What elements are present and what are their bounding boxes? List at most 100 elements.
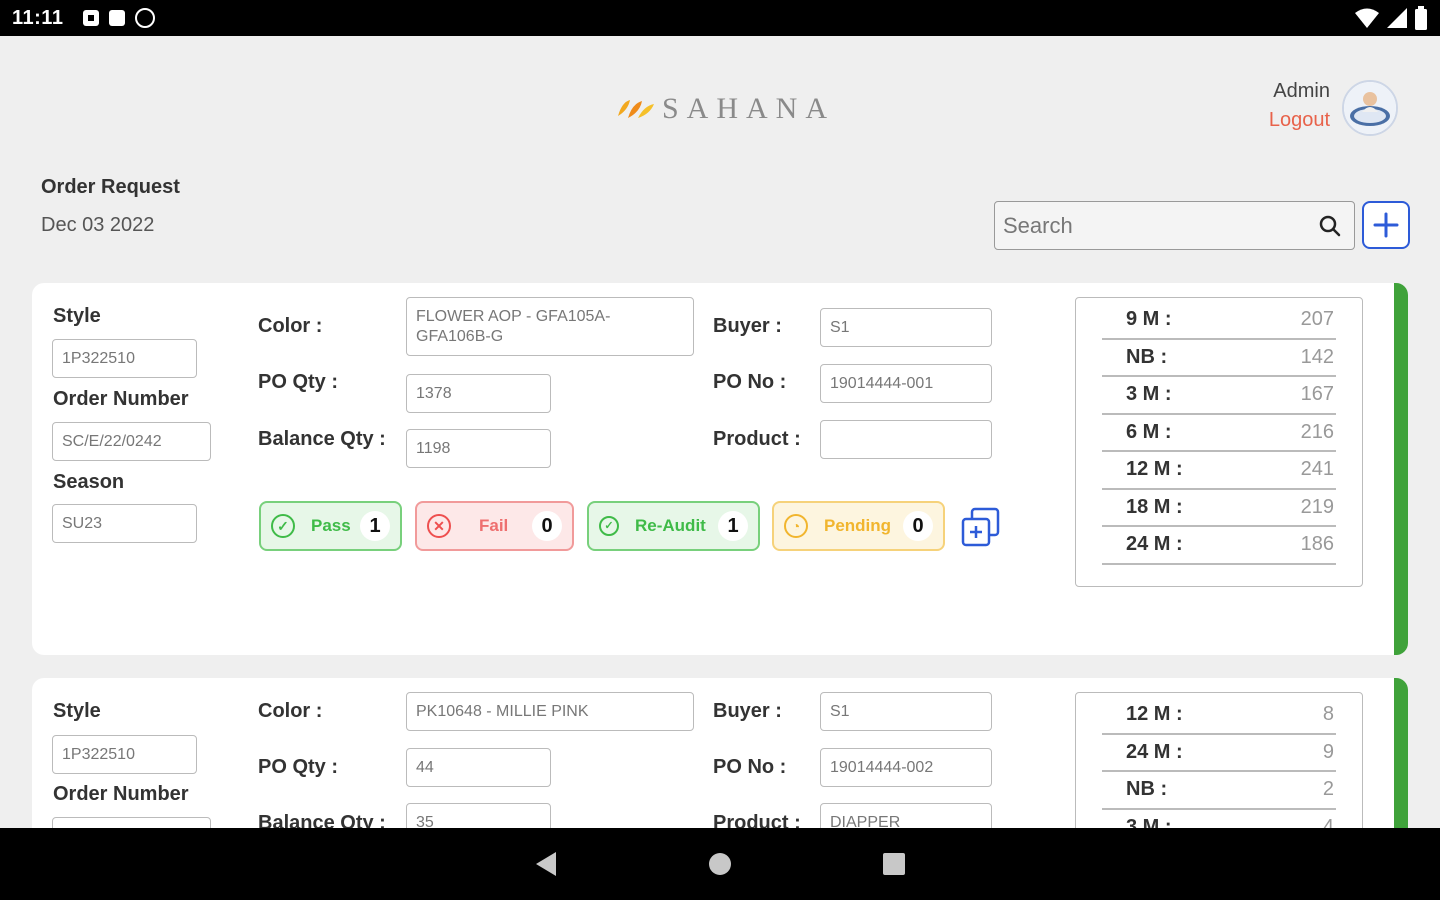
x-circle-icon: ✕ (427, 514, 451, 538)
size-label: 12 M : (1126, 458, 1183, 481)
page-title: Order Request (41, 176, 180, 198)
system-nav-bar (0, 828, 1440, 900)
order-card[interactable]: Style 1P322510 Order Number SC/E/22/0242… (32, 283, 1408, 655)
status-accent-bar (1394, 678, 1408, 828)
size-row: 3 M : 4 (1102, 810, 1336, 828)
order-number-field (52, 817, 211, 828)
logout-link[interactable]: Logout (1269, 109, 1330, 132)
order-number-label: Order Number (53, 388, 189, 410)
order-number-label: Order Number (53, 783, 189, 805)
page-date: Dec 03 2022 (41, 214, 155, 236)
search-input[interactable] (1003, 212, 1318, 239)
size-label: 3 M : (1126, 383, 1172, 406)
size-label: 24 M : (1126, 533, 1183, 556)
size-qty: 167 (1300, 383, 1334, 406)
po-no-field: 19014444-002 (820, 748, 992, 787)
size-label: 18 M : (1126, 495, 1183, 518)
buyer-field: S1 (820, 692, 992, 731)
size-qty: 241 (1300, 458, 1334, 481)
add-order-button[interactable] (1362, 201, 1410, 249)
size-row: 24 M : 186 (1102, 527, 1336, 565)
color-field: PK10648 - MILLIE PINK (406, 692, 694, 731)
logo-text: SAHANA (662, 92, 836, 125)
size-label: 24 M : (1126, 740, 1183, 763)
pending-count: 0 (903, 511, 933, 541)
order-number-field: SC/E/22/0242 (52, 422, 211, 461)
product-field: DIAPPER (820, 803, 992, 828)
pass-count: 1 (360, 511, 390, 541)
buyer-label: Buyer : (713, 700, 782, 722)
size-qty: 8 (1322, 703, 1334, 726)
order-card[interactable]: Style 1P322510 Order Number Color : PK10… (32, 678, 1408, 828)
status-accent-bar (1394, 283, 1408, 655)
image-icon (83, 10, 100, 26)
size-row: 3 M : 167 (1102, 377, 1336, 415)
size-qty: 142 (1300, 345, 1334, 368)
battery-icon (1415, 6, 1427, 30)
pending-status-button[interactable]: ◔ Pending 0 (772, 501, 945, 551)
size-row: NB : 142 (1102, 340, 1336, 377)
buyer-field: S1 (820, 308, 992, 347)
size-label: 3 M : (1126, 815, 1172, 828)
size-breakdown: 9 M : 207 NB : 142 3 M : 167 6 M : 216 12 M … (1075, 297, 1363, 587)
signal-icon (1387, 8, 1407, 28)
user-block: Admin Logout (1269, 80, 1330, 132)
copy-add-icon[interactable] (960, 507, 1004, 547)
fail-status-button[interactable]: ✕ Fail 0 (415, 501, 574, 551)
search-bar[interactable] (994, 201, 1355, 250)
size-row: 6 M : 216 (1102, 415, 1336, 452)
pass-status-button[interactable]: ✓ Pass 1 (259, 501, 402, 551)
size-label: 9 M : (1126, 308, 1172, 331)
pending-label: Pending (824, 516, 892, 535)
home-icon[interactable] (708, 852, 732, 876)
color-label: Color : (258, 700, 323, 722)
size-row: 12 M : 241 (1102, 452, 1336, 490)
status-bar: 11:11 (0, 0, 1440, 36)
size-breakdown: 12 M : 8 24 M : 9 NB : 2 3 M : 4 (1075, 692, 1363, 828)
size-qty: 4 (1322, 815, 1334, 828)
avatar[interactable] (1342, 80, 1398, 136)
app-logo: SAHANA (616, 92, 835, 126)
status-time: 11:11 (12, 6, 64, 29)
size-qty: 9 (1322, 740, 1334, 763)
product-field (820, 420, 992, 459)
balance-qty-label: Balance Qty : (258, 428, 386, 450)
reaudit-status-button[interactable]: ✓ Re-Audit 1 (587, 501, 760, 551)
fail-count: 0 (532, 511, 562, 541)
size-row: 24 M : 9 (1102, 735, 1336, 772)
search-icon[interactable] (1318, 214, 1342, 238)
sd-card-icon (109, 10, 126, 26)
recents-icon[interactable] (882, 852, 906, 876)
size-label: 12 M : (1126, 703, 1183, 726)
pass-label: Pass (311, 516, 351, 535)
balance-qty-field: 35 (406, 803, 551, 828)
size-qty: 2 (1322, 778, 1334, 801)
fail-label: Fail (479, 516, 509, 535)
po-no-label: PO No : (713, 756, 787, 778)
po-qty-label: PO Qty : (258, 371, 339, 393)
user-name: Admin (1273, 80, 1330, 102)
reaudit-label: Re-Audit (635, 516, 706, 535)
season-label: Season (53, 471, 125, 493)
color-label: Color : (258, 315, 323, 337)
back-icon[interactable] (534, 851, 558, 877)
balance-qty-field: 1198 (406, 429, 551, 468)
style-field: 1P322510 (52, 735, 197, 774)
buyer-label: Buyer : (713, 315, 782, 337)
at-sign-icon (135, 8, 156, 28)
po-qty-field: 1378 (406, 374, 551, 413)
product-label: Product : (713, 812, 801, 828)
size-row: NB : 2 (1102, 772, 1336, 810)
po-qty-label: PO Qty : (258, 756, 339, 778)
style-label: Style (53, 305, 101, 327)
style-field: 1P322510 (52, 339, 197, 378)
reaudit-count: 1 (718, 511, 748, 541)
po-qty-field: 44 (406, 748, 551, 787)
size-row: 18 M : 219 (1102, 490, 1336, 527)
size-qty: 186 (1300, 533, 1334, 556)
check-circle-icon: ✓ (271, 514, 295, 538)
product-label: Product : (713, 428, 801, 450)
size-row: 9 M : 207 (1102, 302, 1336, 340)
size-label: 6 M : (1126, 420, 1172, 443)
check-circle-icon: ✓ (599, 516, 619, 536)
